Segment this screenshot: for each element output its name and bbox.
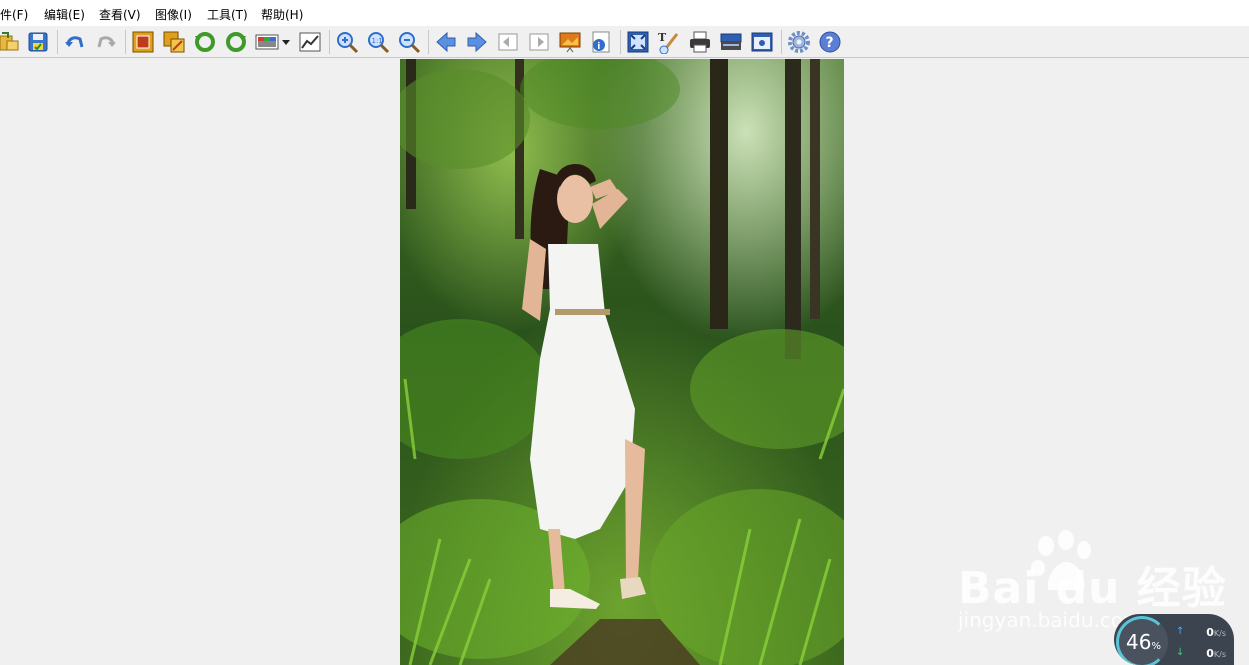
toolbar: 1:1 i T ? bbox=[0, 26, 1249, 58]
svg-text:T: T bbox=[658, 31, 667, 44]
upload-speed: 0K/s bbox=[1206, 626, 1226, 639]
help-icon: ? bbox=[819, 31, 841, 53]
screenshot-button[interactable] bbox=[749, 29, 775, 55]
toolbar-separator bbox=[329, 30, 330, 54]
actual-size-icon: 1:1 bbox=[368, 32, 390, 54]
histogram-button[interactable] bbox=[297, 29, 323, 55]
toolbar-separator bbox=[620, 30, 621, 54]
info-icon: i bbox=[592, 31, 610, 53]
open-folder-button[interactable] bbox=[0, 29, 22, 55]
toolbar-separator bbox=[125, 30, 126, 54]
actual-size-button[interactable]: 1:1 bbox=[365, 29, 391, 55]
help-button[interactable]: ? bbox=[817, 29, 843, 55]
menu-file[interactable]: 文件(F) bbox=[0, 6, 28, 23]
text-tool-button[interactable]: T bbox=[656, 29, 682, 55]
toolbar-separator bbox=[57, 30, 58, 54]
dropdown-arrow-icon bbox=[282, 40, 290, 45]
histogram-icon bbox=[299, 32, 321, 52]
print-button[interactable] bbox=[687, 29, 713, 55]
rotate-right-button[interactable] bbox=[223, 29, 249, 55]
scanner-icon bbox=[720, 33, 742, 50]
color-adjust-button[interactable] bbox=[254, 29, 280, 55]
toolbar-separator bbox=[428, 30, 429, 54]
upload-arrow-icon: ↑ bbox=[1176, 626, 1185, 637]
undo-icon bbox=[65, 36, 84, 48]
menu-bar: 文件(F) 编辑(E) 查看(V) 图像(I) 工具(T) 帮助(H) bbox=[0, 0, 1249, 26]
menu-edit[interactable]: 编辑(E) bbox=[44, 6, 85, 23]
resize-button[interactable] bbox=[161, 29, 187, 55]
fit-window-button[interactable] bbox=[625, 29, 651, 55]
last-page-button[interactable] bbox=[526, 29, 552, 55]
first-page-button[interactable] bbox=[495, 29, 521, 55]
previous-button[interactable] bbox=[433, 29, 459, 55]
menu-help[interactable]: 帮助(H) bbox=[261, 6, 303, 23]
watermark-url: jingyan.baidu.com bbox=[958, 608, 1143, 632]
resize-icon bbox=[163, 31, 185, 53]
next-icon bbox=[467, 31, 487, 53]
color-adjust-dropdown[interactable] bbox=[280, 29, 292, 55]
info-button[interactable]: i bbox=[588, 29, 614, 55]
download-arrow-icon: ↓ bbox=[1176, 647, 1185, 658]
network-speed-widget[interactable]: 46% ↑ 0K/s ↓ 0K/s bbox=[1114, 614, 1234, 665]
crop-button[interactable] bbox=[130, 29, 156, 55]
rotate-right-icon bbox=[226, 32, 246, 52]
screenshot-icon bbox=[751, 32, 773, 52]
save-button[interactable] bbox=[25, 29, 51, 55]
displayed-photo bbox=[400, 59, 844, 665]
last-page-icon bbox=[529, 33, 549, 51]
zoom-out-button[interactable] bbox=[396, 29, 422, 55]
toolbar-separator bbox=[781, 30, 782, 54]
zoom-in-icon bbox=[337, 32, 359, 54]
memory-usage-percent: 46% bbox=[1126, 630, 1161, 654]
rotate-left-icon bbox=[195, 32, 215, 52]
menu-image[interactable]: 图像(I) bbox=[155, 6, 192, 23]
color-adjust-icon bbox=[255, 34, 279, 50]
print-icon bbox=[690, 31, 710, 53]
undo-button[interactable] bbox=[62, 29, 88, 55]
crop-icon bbox=[132, 31, 154, 53]
svg-text:1:1: 1:1 bbox=[372, 37, 383, 45]
scanner-button[interactable] bbox=[718, 29, 744, 55]
download-speed: 0K/s bbox=[1206, 647, 1226, 660]
settings-button[interactable] bbox=[786, 29, 812, 55]
svg-text:i: i bbox=[597, 42, 600, 52]
rotate-left-button[interactable] bbox=[192, 29, 218, 55]
slideshow-icon bbox=[559, 32, 581, 53]
upload-row: ↑ 0K/s bbox=[1176, 626, 1230, 640]
watermark-logo: Bai du 经验 bbox=[958, 563, 1227, 614]
redo-button[interactable] bbox=[93, 29, 119, 55]
redo-icon bbox=[97, 36, 116, 48]
slideshow-button[interactable] bbox=[557, 29, 583, 55]
settings-icon bbox=[788, 31, 810, 53]
previous-icon bbox=[436, 31, 456, 53]
download-row: ↓ 0K/s bbox=[1176, 647, 1230, 661]
next-button[interactable] bbox=[464, 29, 490, 55]
menu-view[interactable]: 查看(V) bbox=[99, 6, 141, 23]
open-folder-icon bbox=[0, 32, 19, 51]
save-icon bbox=[28, 32, 48, 52]
svg-text:?: ? bbox=[826, 35, 834, 51]
menu-tools[interactable]: 工具(T) bbox=[207, 6, 248, 23]
zoom-out-icon bbox=[399, 32, 421, 54]
fit-window-icon bbox=[627, 31, 649, 53]
text-tool-icon: T bbox=[658, 31, 679, 54]
zoom-in-button[interactable] bbox=[334, 29, 360, 55]
first-page-icon bbox=[498, 33, 518, 51]
